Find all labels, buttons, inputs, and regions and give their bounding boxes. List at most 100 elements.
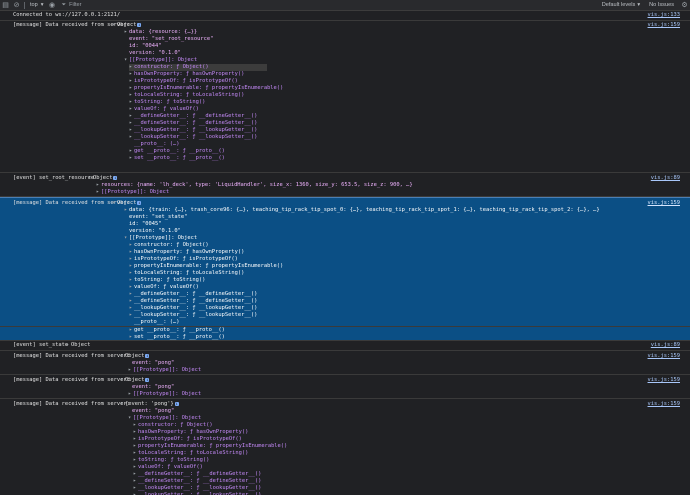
- console-log: Connected to ws://127.0.0.1:2121/ vis.js…: [0, 11, 690, 495]
- tree-row[interactable]: ▸ set __proto__: ƒ __proto__(): [129, 334, 225, 341]
- log-label: [message] Data received from server:: [13, 353, 130, 359]
- console-toolbar: ▤ ⊘ top ▾ ◉ ⏷ Filter Default levels ▾ No…: [0, 0, 690, 11]
- chevron-down-icon: ▾: [637, 2, 641, 8]
- tree-row[interactable]: ▸ toLocaleString: ƒ toLocaleString(): [129, 92, 244, 99]
- tree-row[interactable]: ▸ data: {train: {…}, trash_core96: {…}, t…: [124, 207, 600, 214]
- tree-row[interactable]: ▸ toLocaleString: ƒ toLocaleString(): [129, 270, 244, 277]
- tree-row[interactable]: ▸ propertyIsEnumerable: ƒ propertyIsEnume…: [129, 263, 283, 270]
- tree-row[interactable]: ▸ get __proto__: ƒ __proto__(): [129, 148, 225, 155]
- tree-row: event: "pong": [132, 408, 175, 414]
- tree-row[interactable]: ▸ __lookupGetter__: ƒ __lookupGetter__(): [129, 127, 257, 134]
- info-icon: i: [137, 200, 142, 205]
- source-link[interactable]: vis.js:159: [648, 200, 680, 206]
- tree-row[interactable]: ▸ [[Prototype]]: Object: [96, 189, 169, 196]
- filter-icon: ⏷: [61, 1, 67, 8]
- tree-row[interactable]: ▸ isPrototypeOf: ƒ isPrototypeOf(): [129, 78, 238, 85]
- tree-row: version: "0.1.0": [129, 228, 181, 234]
- log-message-selected-tail: ▸ get __proto__: ƒ __proto__() ▸ set __pro…: [0, 327, 690, 341]
- tree-row[interactable]: ▾ [[Prototype]]: Object: [124, 57, 197, 64]
- log-message-selected[interactable]: vis.js:159 [message] Data received from …: [0, 197, 690, 327]
- eye-icon[interactable]: ◉: [47, 0, 58, 11]
- tree-row[interactable]: ▸ set __proto__: ƒ __proto__(): [129, 155, 225, 162]
- info-icon: i: [145, 377, 150, 382]
- tree-row[interactable]: ▸ propertyIsEnumerable: ƒ propertyIsEnume…: [133, 443, 287, 450]
- tree-row[interactable]: ▸ toString: ƒ toString(): [129, 99, 205, 106]
- tree-row[interactable]: __proto__: (…): [134, 319, 179, 326]
- tree-row[interactable]: ▸ __lookupGetter__: ƒ __lookupGetter__(): [129, 305, 257, 312]
- tree-row[interactable]: ▸ [[Prototype]]: Object: [128, 367, 201, 374]
- tree-row[interactable]: ▸ __defineGetter__: ƒ __defineGetter__(): [133, 471, 261, 478]
- tree-row[interactable]: ▸ __lookupSetter__: ƒ __lookupSetter__(): [129, 134, 257, 141]
- source-link[interactable]: vis.js:159: [648, 353, 680, 359]
- clear-console-icon[interactable]: ⊘: [11, 0, 22, 11]
- log-message: vis.js:159 [message] Data received from …: [0, 351, 690, 375]
- tree-row[interactable]: ▸ constructor: ƒ Object(): [129, 64, 267, 71]
- source-link[interactable]: vis.js:159: [648, 401, 680, 407]
- source-link[interactable]: vis.js:133: [648, 12, 680, 18]
- object-toggle[interactable]: ▸ Object: [66, 342, 90, 349]
- log-message: vis.js:89 [event] set_root_resource ▾ Obj…: [0, 173, 690, 197]
- object-toggle[interactable]: ▾ {event: 'pong'} i: [120, 401, 179, 408]
- tree-row: event: "pong": [132, 384, 175, 390]
- object-toggle[interactable]: ▾ Object i: [120, 353, 150, 360]
- tree-row[interactable]: ▸ isPrototypeOf: ƒ isPrototypeOf(): [129, 256, 238, 263]
- tree-row: id: "0044": [129, 43, 162, 49]
- info-icon: i: [137, 22, 142, 27]
- tree-row[interactable]: ▾ [[Prototype]]: Object: [124, 235, 197, 242]
- log-message: Connected to ws://127.0.0.1:2121/ vis.js…: [0, 11, 690, 21]
- tree-row[interactable]: ▸ __defineSetter__: ƒ __defineSetter__(): [129, 298, 257, 305]
- tree-row[interactable]: ▸ data: {resource: {…}}: [124, 29, 197, 36]
- sidebar-toggle-icon[interactable]: ▤: [0, 0, 11, 11]
- filter-placeholder: Filter: [69, 2, 82, 8]
- tree-row[interactable]: ▸ valueOf: ƒ valueOf(): [133, 464, 203, 471]
- tree-row[interactable]: ▸ __defineSetter__: ƒ __defineSetter__(): [133, 478, 261, 485]
- tree-row[interactable]: ▸ hasOwnProperty: ƒ hasOwnProperty(): [133, 429, 248, 436]
- tree-row[interactable]: ▸ __defineSetter__: ƒ __defineSetter__(): [129, 120, 257, 127]
- log-message: vis.js:159 [message] Data received from …: [0, 21, 690, 173]
- log-message: vis.js:159 [message] Data received from …: [0, 399, 690, 495]
- info-icon: i: [113, 175, 118, 180]
- tree-row: id: "0045": [129, 221, 162, 227]
- tree-row[interactable]: ▾ [[Prototype]]: Object: [128, 415, 201, 422]
- tree-row[interactable]: ▸ propertyIsEnumerable: ƒ propertyIsEnume…: [129, 85, 283, 92]
- tree-row: event: "set_root_resource": [129, 36, 214, 42]
- object-toggle[interactable]: ▾ Object i: [112, 200, 142, 207]
- settings-gear-icon[interactable]: ⚙: [679, 0, 690, 11]
- tree-row[interactable]: ▸ __lookupSetter__: ƒ __lookupSetter__(): [129, 312, 257, 319]
- object-toggle[interactable]: ▾ Object i: [120, 377, 150, 384]
- log-label: [event] set_root_resource: [13, 175, 95, 181]
- tree-row: event: "pong": [132, 360, 175, 366]
- tree-row[interactable]: ▸ constructor: ƒ Object(): [133, 422, 213, 429]
- tree-row[interactable]: ▸ isPrototypeOf: ƒ isPrototypeOf(): [133, 436, 242, 443]
- filter-input[interactable]: ⏷ Filter: [62, 1, 598, 9]
- object-toggle[interactable]: ▾ Object i: [88, 175, 118, 182]
- source-link[interactable]: vis.js:159: [648, 22, 680, 28]
- tree-row[interactable]: ▸ __lookupGetter__: ƒ __lookupGetter__(): [133, 485, 261, 492]
- log-label: [message] Data received from server:: [13, 377, 130, 383]
- tree-row[interactable]: ▸ constructor: ƒ Object(): [129, 242, 209, 249]
- tree-row[interactable]: ▸ toString: ƒ toString(): [129, 277, 205, 284]
- tree-row[interactable]: ▸ [[Prototype]]: Object: [128, 391, 201, 398]
- tree-row[interactable]: ▸ __defineGetter__: ƒ __defineGetter__(): [129, 291, 257, 298]
- context-selector[interactable]: top ▾: [27, 1, 47, 10]
- tree-row[interactable]: ▸ toString: ƒ toString(): [133, 457, 209, 464]
- tree-row[interactable]: ▸ __defineGetter__: ƒ __defineGetter__(): [129, 113, 257, 120]
- tree-row[interactable]: __proto__: (…): [134, 141, 179, 148]
- issues-counter[interactable]: No Issues: [644, 2, 679, 8]
- tree-row[interactable]: ▸ resources: {name: 'lh_deck', type: 'Liq…: [96, 182, 413, 189]
- tree-row[interactable]: ▸ valueOf: ƒ valueOf(): [129, 106, 199, 113]
- info-icon: i: [145, 353, 150, 358]
- source-link[interactable]: vis.js:159: [648, 377, 680, 383]
- log-label: [event] set_state: [13, 342, 69, 348]
- tree-row[interactable]: ▸ hasOwnProperty: ƒ hasOwnProperty(): [129, 71, 244, 78]
- object-toggle[interactable]: ▾ Object i: [112, 22, 142, 29]
- log-message: vis.js:159 [message] Data received from …: [0, 375, 690, 399]
- log-label: [message] Data received from server:: [13, 401, 130, 407]
- tree-row[interactable]: ▸ valueOf: ƒ valueOf(): [129, 284, 199, 291]
- tree-row[interactable]: ▸ hasOwnProperty: ƒ hasOwnProperty(): [129, 249, 244, 256]
- log-levels-dropdown[interactable]: Default levels ▾: [598, 2, 644, 8]
- tree-row[interactable]: ▸ get __proto__: ƒ __proto__(): [129, 327, 225, 334]
- tree-row[interactable]: ▸ toLocaleString: ƒ toLocaleString(): [133, 450, 248, 457]
- source-link[interactable]: vis.js:89: [651, 175, 680, 181]
- source-link[interactable]: vis.js:89: [651, 342, 680, 348]
